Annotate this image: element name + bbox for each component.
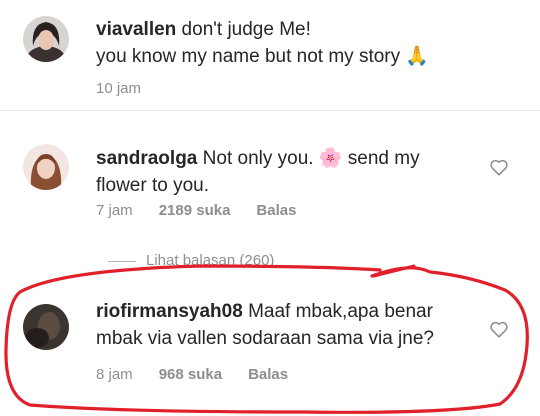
heart-icon[interactable] [488,156,510,178]
username[interactable]: riofirmansyah08 [96,301,243,322]
likes-count[interactable]: 968 suka [159,366,222,383]
comment-meta: 10 jam [96,80,167,97]
timestamp: 7 jam [96,202,133,219]
username[interactable]: viavallen [96,19,176,40]
flower-emoji-icon: 🌸 [318,148,343,169]
avatar[interactable] [23,304,69,350]
avatar[interactable] [23,16,69,62]
divider [0,110,540,111]
comment-text: viavallen don't judge Me! you know my na… [96,19,430,67]
avatar[interactable] [23,144,69,190]
pray-emoji-icon: 🙏 [405,46,430,67]
reply-button[interactable]: Balas [248,366,288,383]
timestamp: 10 jam [96,80,142,97]
reply-button[interactable]: Balas [256,202,296,219]
timestamp: 8 jam [96,366,133,383]
replies-line [108,260,136,262]
comment-meta: 8 jam 968 suka Balas [96,366,314,383]
comment-text: sandraolga Not only you. 🌸 send my flowe… [96,148,420,196]
username[interactable]: sandraolga [96,148,197,169]
likes-count[interactable]: 2189 suka [159,202,231,219]
comment-meta: 7 jam 2189 suka Balas [96,202,322,219]
comment-text: riofirmansyah08 Maaf mbak,apa benar mbak… [96,301,434,349]
heart-icon[interactable] [488,318,510,340]
view-replies-link[interactable]: Lihat balasan (260) [108,252,274,269]
